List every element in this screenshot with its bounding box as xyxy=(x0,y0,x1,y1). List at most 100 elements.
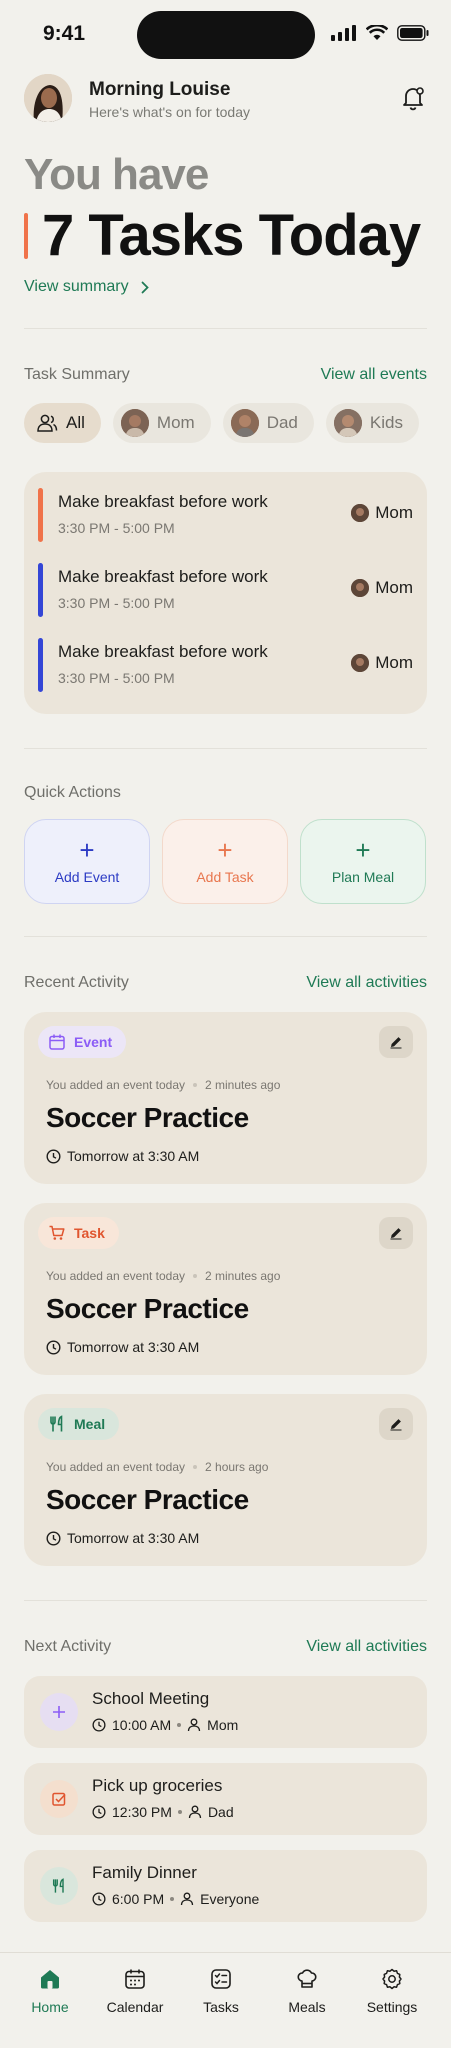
separator-dot xyxy=(177,1723,182,1727)
activity-meta: You added an event today 2 minutes ago xyxy=(46,1269,280,1283)
person-icon xyxy=(188,1805,202,1819)
filter-chip-dad[interactable]: Dad xyxy=(222,403,314,443)
activity-card[interactable]: Task You added an event today 2 minutes … xyxy=(24,1203,427,1375)
task-color-bar xyxy=(38,638,43,692)
clock-icon xyxy=(92,1718,106,1732)
tab-label: Meals xyxy=(288,1999,326,2015)
signal-icon xyxy=(331,25,356,41)
filter-chip-all[interactable]: All xyxy=(24,403,101,443)
next-activity-title-text: Family Dinner xyxy=(92,1863,197,1882)
avatar[interactable] xyxy=(24,74,72,122)
add-event-label: Add Event xyxy=(54,868,120,885)
cart-icon xyxy=(49,1225,65,1240)
view-all-activities-link[interactable]: View all activities xyxy=(306,974,427,992)
view-all-next-activities-link[interactable]: View all activities xyxy=(306,1638,427,1656)
task-title: Make breakfast before work xyxy=(58,567,268,586)
task-row[interactable]: Make breakfast before work 3:30 PM - 5:0… xyxy=(38,561,413,619)
calendar-icon xyxy=(125,1969,145,1989)
task-title: Make breakfast before work xyxy=(58,642,268,661)
add-task-button[interactable]: + Add Task xyxy=(162,819,288,904)
greeting-subtitle: Here's what's on for today xyxy=(89,104,250,120)
next-activity-item[interactable]: Family Dinner 6:00 PM Everyone xyxy=(24,1850,427,1922)
task-time: 3:30 PM - 5:00 PM xyxy=(58,670,175,686)
tasks-icon xyxy=(211,1969,231,1989)
next-activity-item[interactable]: School Meeting 10:00 AM Mom xyxy=(24,1676,427,1748)
plan-meal-label: Plan Meal xyxy=(331,868,395,885)
event-badge: Event xyxy=(38,1026,127,1058)
activity-card[interactable]: Event You added an event today 2 minutes… xyxy=(24,1012,427,1184)
assignee-name: Mom xyxy=(375,503,413,522)
next-activity-meta: 10:00 AM Mom xyxy=(92,1717,238,1733)
task-assignee: Mom xyxy=(351,653,413,673)
task-icon-wrap xyxy=(40,1780,78,1818)
assignee-avatar xyxy=(351,654,370,672)
next-activity-who: Mom xyxy=(207,1717,239,1733)
task-row[interactable]: Make breakfast before work 3:30 PM - 5:0… xyxy=(38,636,413,694)
tab-bar: Home Calendar Tasks Meals Settings xyxy=(0,1952,451,2048)
tab-meals[interactable]: Meals xyxy=(269,1967,345,2015)
filter-chip-kids[interactable]: Kids xyxy=(325,403,419,443)
task-row[interactable]: Make breakfast before work 3:30 PM - 5:0… xyxy=(38,486,413,544)
assignee-name: Mom xyxy=(375,578,413,597)
wifi-icon xyxy=(366,25,388,40)
pencil-icon xyxy=(390,1037,402,1049)
assignee-name: Mom xyxy=(375,653,413,672)
next-activity-time: 6:00 PM xyxy=(112,1891,165,1907)
gear-icon xyxy=(382,1968,402,1990)
separator-dot xyxy=(193,1465,198,1469)
tab-label: Home xyxy=(31,1999,69,2015)
person-icon xyxy=(188,1718,201,1732)
kids-avatar xyxy=(333,409,362,437)
tab-tasks[interactable]: Tasks xyxy=(183,1967,259,2015)
plus-icon: + xyxy=(217,834,233,865)
tab-calendar[interactable]: Calendar xyxy=(97,1967,173,2015)
activity-when: Tomorrow at 3:30 AM xyxy=(46,1339,199,1355)
assignee-avatar xyxy=(351,579,370,597)
clock-icon xyxy=(46,1148,61,1164)
battery-icon xyxy=(397,25,429,41)
notification-bell-icon[interactable] xyxy=(399,84,427,112)
filter-label-mom: Mom xyxy=(156,413,195,432)
view-all-events-link[interactable]: View all events xyxy=(321,366,427,384)
tab-home[interactable]: Home xyxy=(12,1967,88,2015)
edit-button[interactable] xyxy=(379,1408,413,1440)
task-assignee: Mom xyxy=(351,578,413,598)
tab-label: Settings xyxy=(366,1999,418,2015)
event-icon-wrap xyxy=(40,1693,78,1731)
mom-avatar xyxy=(120,409,149,437)
edit-button[interactable] xyxy=(379,1026,413,1058)
chevron-right-icon xyxy=(141,281,149,293)
next-activity-title: Next Activity xyxy=(24,1638,112,1655)
clock-icon xyxy=(46,1530,61,1546)
tab-settings[interactable]: Settings xyxy=(354,1967,430,2015)
task-time: 3:30 PM - 5:00 PM xyxy=(58,595,175,611)
edit-button[interactable] xyxy=(379,1217,413,1249)
person-icon xyxy=(180,1892,194,1906)
next-activity-meta: 12:30 PM Dad xyxy=(92,1804,234,1820)
header: Morning Louise Here's what's on for toda… xyxy=(24,74,427,126)
activity-when-text: Tomorrow at 3:30 AM xyxy=(67,1148,200,1164)
activity-title: Soccer Practice xyxy=(46,1293,249,1324)
activity-card[interactable]: Meal You added an event today 2 hours ag… xyxy=(24,1394,427,1566)
activity-when: Tomorrow at 3:30 AM xyxy=(46,1148,199,1164)
separator-dot xyxy=(193,1083,198,1087)
greeting-title: Morning Louise xyxy=(89,79,231,100)
divider xyxy=(24,748,427,749)
utensils-icon xyxy=(52,1878,64,1893)
quick-actions: + Add Event + Add Task + Plan Meal xyxy=(24,819,426,904)
tasks-count-title: 7 Tasks Today xyxy=(42,203,421,268)
plan-meal-button[interactable]: + Plan Meal xyxy=(300,819,426,904)
add-event-button[interactable]: + Add Event xyxy=(24,819,150,904)
view-summary-link[interactable]: View summary xyxy=(24,278,149,296)
next-activity-time: 12:30 PM xyxy=(112,1804,172,1820)
clock-icon xyxy=(92,1805,106,1819)
badge-label: Event xyxy=(74,1034,113,1050)
chef-hat-icon xyxy=(297,1969,317,1988)
recent-activity-title: Recent Activity xyxy=(24,974,129,991)
hero-line1: You have xyxy=(24,150,209,199)
home-icon xyxy=(41,1970,59,1989)
pencil-icon xyxy=(390,1228,402,1240)
next-activity-title-text: School Meeting xyxy=(92,1689,210,1708)
filter-chip-mom[interactable]: Mom xyxy=(112,403,211,443)
next-activity-item[interactable]: Pick up groceries 12:30 PM Dad xyxy=(24,1763,427,1835)
